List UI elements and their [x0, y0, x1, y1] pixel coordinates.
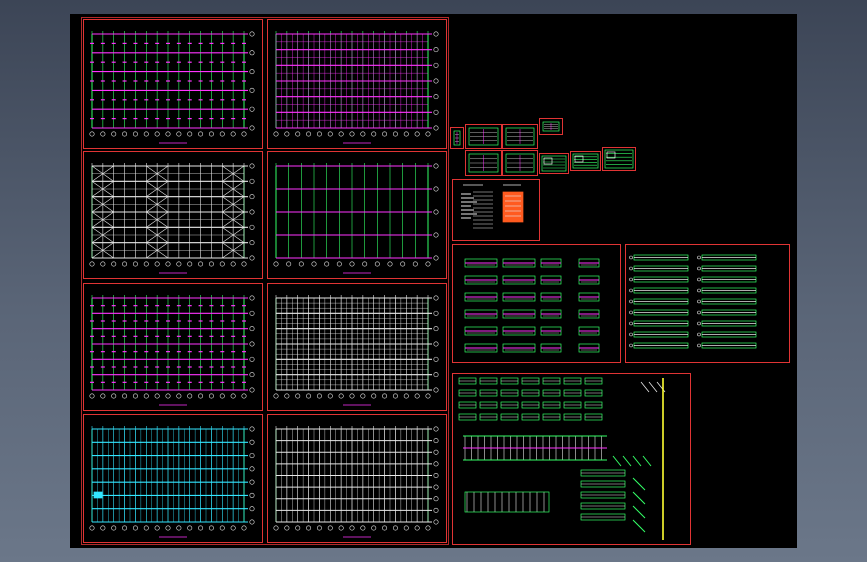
- thumbnail: [453, 130, 461, 146]
- thumb-5[interactable]: [465, 150, 502, 176]
- thumbnail: [572, 153, 599, 169]
- thumbnail: [604, 149, 634, 169]
- sheet-section-details[interactable]: [452, 373, 691, 545]
- thumb-4[interactable]: [539, 118, 563, 135]
- thumbnail: [505, 127, 535, 146]
- sheet-beam-details-2[interactable]: [625, 244, 790, 363]
- details-drawing: [464, 258, 600, 353]
- thumb-6[interactable]: [502, 150, 538, 176]
- notes-drawing: [461, 184, 524, 229]
- details-drawing: [629, 254, 757, 349]
- sheet-notes[interactable]: [452, 179, 540, 241]
- thumb-2[interactable]: [465, 124, 502, 149]
- thumbnail: [468, 153, 499, 173]
- sheet-beam-details-1[interactable]: [452, 244, 621, 363]
- thumb-8[interactable]: [570, 151, 601, 171]
- details-drawing: [458, 377, 666, 540]
- thumbnail: [468, 127, 499, 146]
- thumb-7[interactable]: [539, 153, 569, 174]
- thumb-1[interactable]: [450, 127, 464, 149]
- cad-drawing-canvas[interactable]: [70, 14, 797, 548]
- thumbnail: [505, 153, 535, 173]
- thumbnail: [542, 121, 560, 132]
- thumbnail: [541, 155, 567, 172]
- thumb-9[interactable]: [602, 147, 636, 171]
- thumb-3[interactable]: [502, 124, 538, 149]
- left-group-border: [81, 17, 449, 545]
